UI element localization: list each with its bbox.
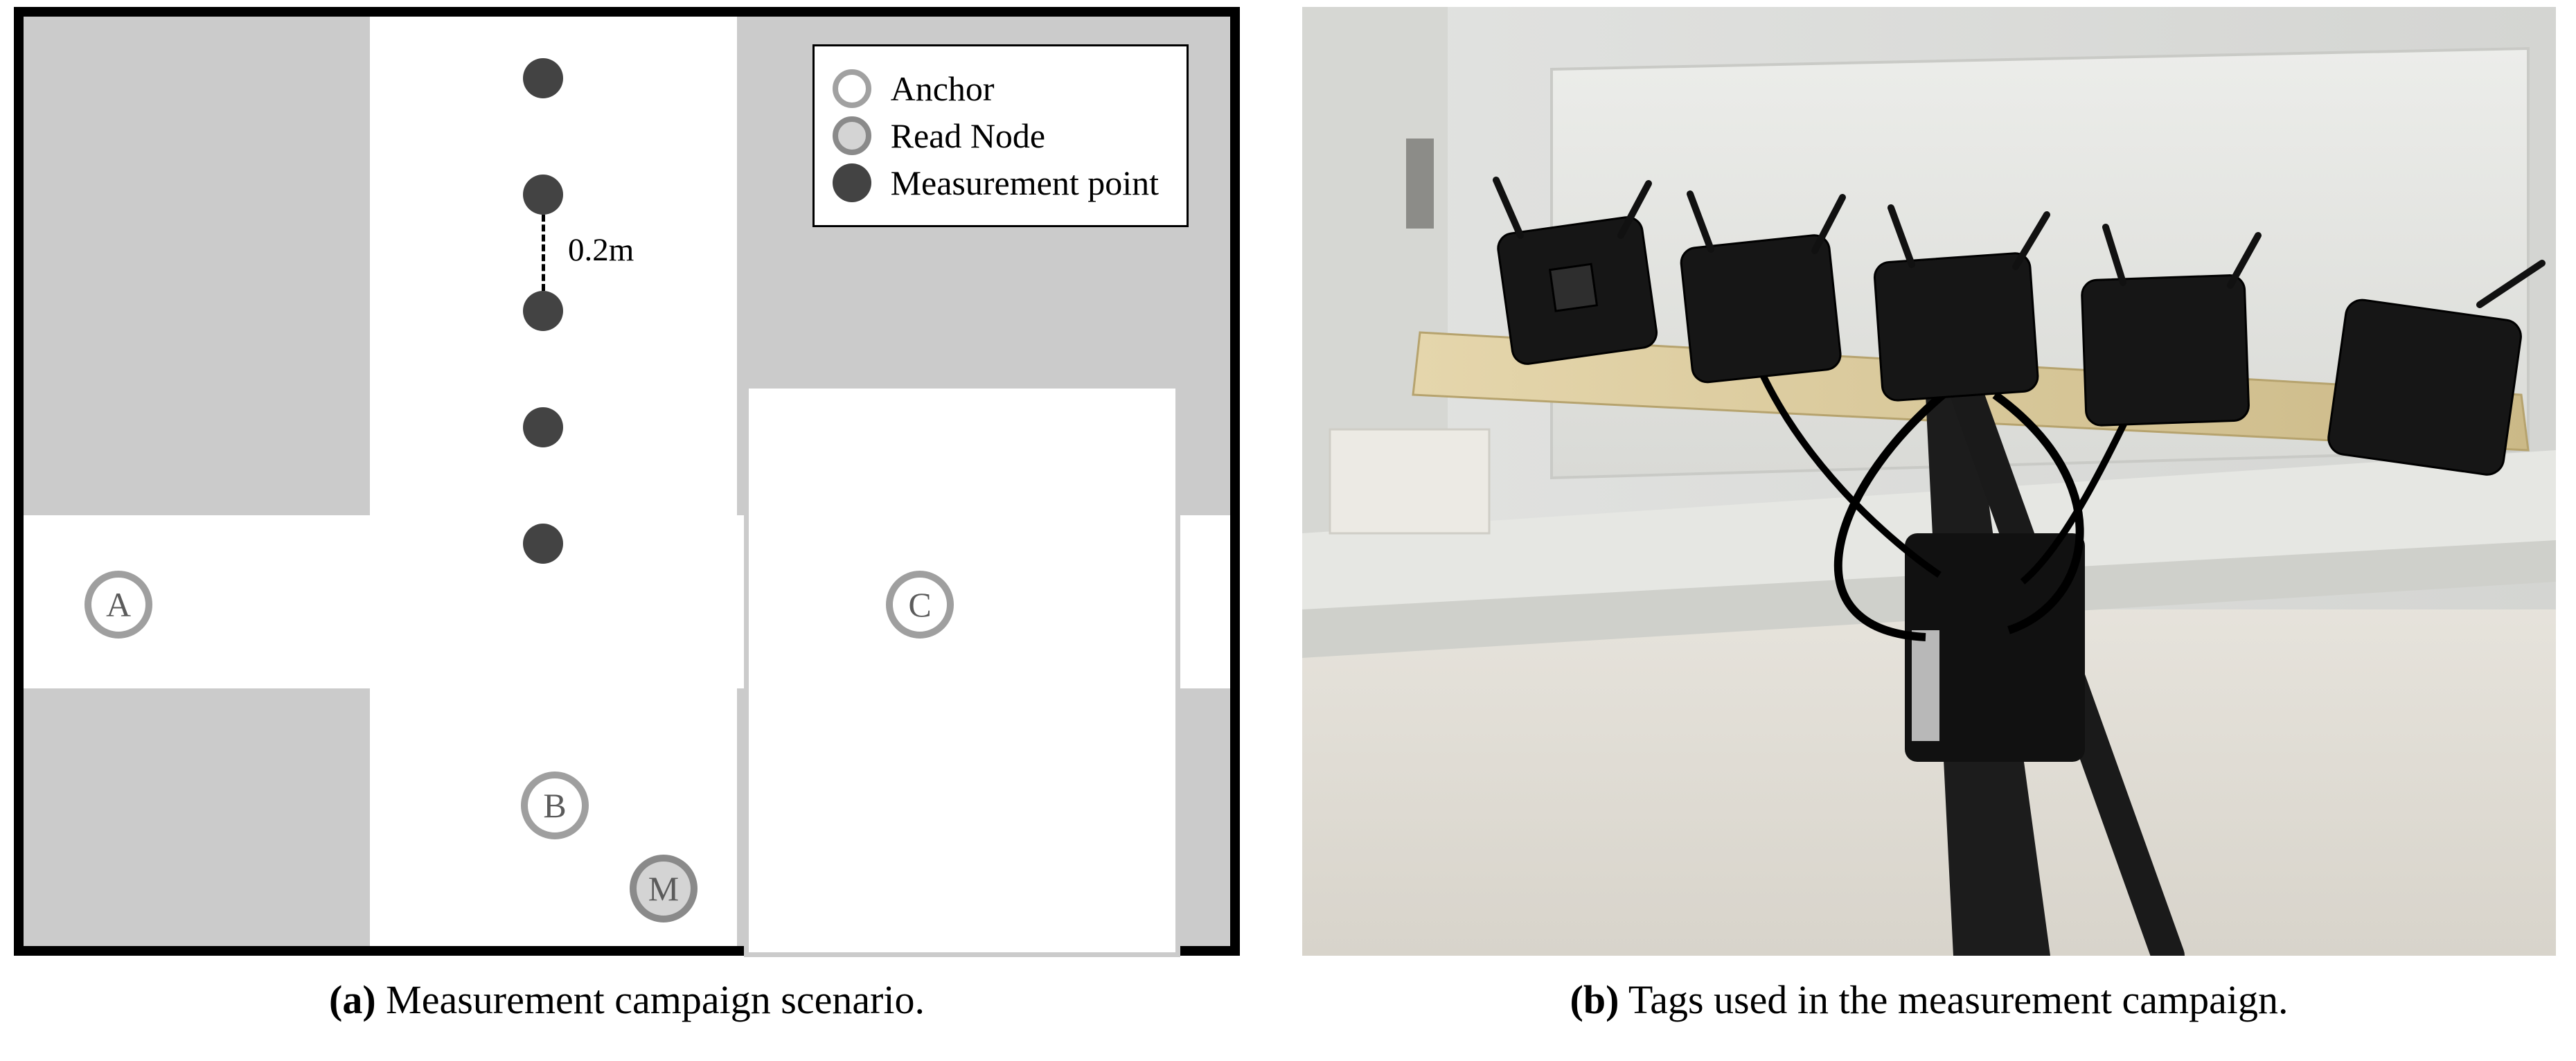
measurement-point [523, 407, 563, 447]
anchor-a: A [85, 571, 152, 639]
tags-photo [1302, 7, 2556, 956]
caption-b-label: (b) [1570, 977, 1619, 1022]
measurement-point [523, 291, 563, 331]
legend-swatch-read [833, 116, 871, 155]
caption-a: (a) Measurement campaign scenario. [329, 977, 925, 1023]
legend-row-anchor: Anchor [833, 69, 1159, 109]
legend-text-read: Read Node [891, 116, 1046, 156]
caption-b: (b) Tags used in the measurement campaig… [1570, 977, 2289, 1023]
anchor-b: B [521, 772, 589, 839]
measurement-point [523, 175, 563, 215]
read-node-m-label: M [648, 868, 679, 909]
anchor-b-label: B [543, 785, 566, 826]
photo-illustration [1302, 7, 2556, 956]
diagram-container: 0.2m A B C M Anchor Read Nod [14, 7, 1240, 956]
dimension-label: 0.2m [568, 231, 634, 269]
legend-swatch-anchor [833, 69, 871, 108]
panel-b: (b) Tags used in the measurement campaig… [1302, 7, 2556, 1023]
figure-row: 0.2m A B C M Anchor Read Nod [0, 0, 2576, 1023]
legend-row-read: Read Node [833, 116, 1159, 156]
legend: Anchor Read Node Measurement point [812, 44, 1189, 227]
figure-root: 0.2m A B C M Anchor Read Nod [0, 0, 2576, 1061]
legend-row-point: Measurement point [833, 163, 1159, 203]
legend-text-anchor: Anchor [891, 69, 995, 109]
caption-b-text: Tags used in the measurement campaign. [1619, 977, 2288, 1022]
room-bottom-right [744, 384, 1180, 957]
anchor-c-label: C [908, 585, 931, 625]
floorplan: 0.2m A B C M Anchor Read Nod [14, 7, 1240, 956]
legend-text-point: Measurement point [891, 163, 1159, 203]
read-node-m: M [630, 855, 698, 922]
measurement-point [523, 524, 563, 564]
dimension-line [542, 215, 545, 291]
legend-swatch-point [833, 163, 871, 202]
anchor-c: C [886, 571, 954, 639]
measurement-point [523, 58, 563, 98]
panel-a: 0.2m A B C M Anchor Read Nod [14, 7, 1240, 1023]
caption-a-label: (a) [329, 977, 376, 1022]
caption-a-text: Measurement campaign scenario. [376, 977, 925, 1022]
anchor-a-label: A [106, 585, 131, 625]
